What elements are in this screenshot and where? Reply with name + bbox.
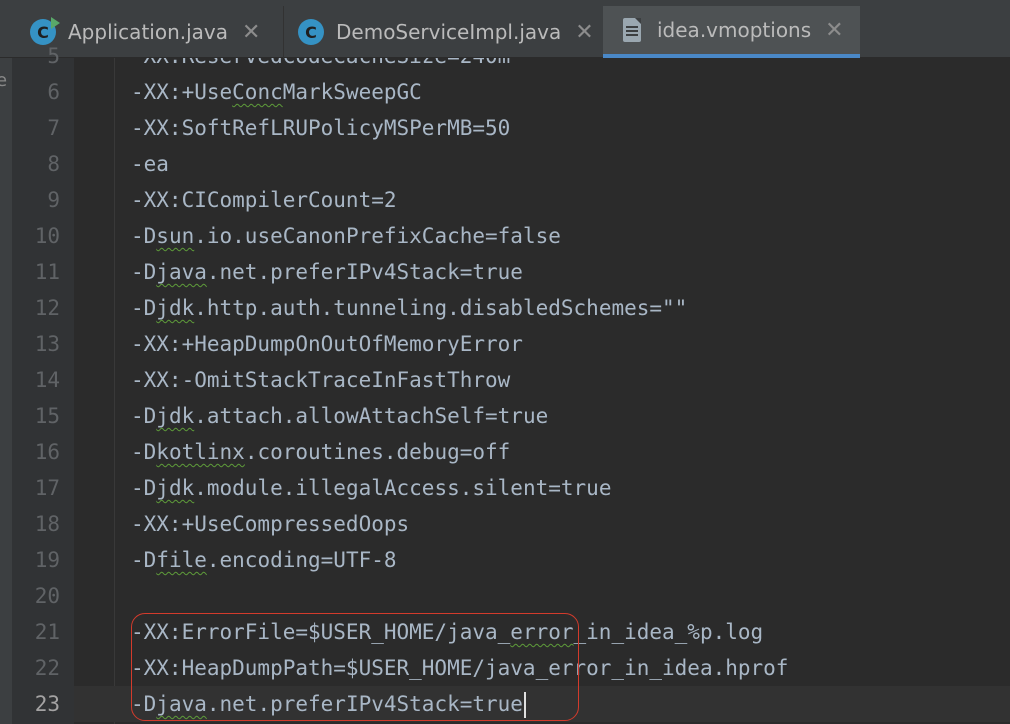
line-number: 19 [34, 548, 60, 572]
code-line[interactable]: -Djdk.module.illegalAccess.silent=true [131, 470, 611, 506]
line-number: 5 [47, 44, 60, 68]
code-token: MarkSweepGC [282, 80, 422, 104]
code-token: -XX:ReservedCodeCacheSize=240m [131, 58, 510, 68]
code-line[interactable]: -XX:SoftRefLRUPolicyMSPerMB=50 [131, 110, 510, 146]
indent-guide [114, 58, 115, 724]
code-token: -XX:SoftRefLRUPolicyMSPerMB=50 [131, 116, 511, 140]
close-icon[interactable]: ✕ [242, 20, 260, 45]
ide-window: C Application.java ✕ C DemoServiceImpl.j… [0, 0, 1010, 724]
project-panel-edge[interactable]: e [0, 58, 12, 724]
line-number: 20 [34, 584, 60, 608]
code-line[interactable]: -Dfile.encoding=UTF-8 [131, 542, 397, 578]
line-number: 13 [34, 332, 60, 356]
code-token: .coroutines.debug=off [244, 440, 511, 464]
line-number-gutter[interactable]: 5 6 7 8 9 10 11 12 13 14 15 16 17 18 19 20 21 22 23 [12, 44, 74, 724]
code-token: -XX:+Use [131, 80, 233, 104]
spelling-warning-token: kotlinx [156, 440, 245, 464]
code-token: -D [131, 296, 157, 320]
code-token: -XX:-OmitStackTraceInFastThrow [131, 368, 511, 392]
spelling-warning-token: file [156, 548, 207, 572]
code-token: -XX:CICompilerCount=2 [131, 188, 397, 212]
code-line[interactable]: -XX:+UseCompressedOops [131, 506, 409, 542]
code-token: .encoding=UTF-8 [206, 548, 397, 572]
panel-edge-letter: e [0, 70, 8, 91]
code-token: -ea [131, 152, 169, 176]
text-file-icon [623, 18, 641, 42]
code-line[interactable]: -Djava.net.preferIPv4Stack=true [131, 686, 526, 722]
code-token: -XX:ErrorFile=$USER_HOME/java_ [131, 620, 511, 644]
code-token: -XX:+UseCompressedOops [131, 512, 410, 536]
code-token: -XX:HeapDumpPath=$USER_HOME/java_error_i… [131, 656, 789, 680]
line-number: 14 [34, 368, 60, 392]
close-icon[interactable]: ✕ [825, 18, 843, 43]
line-number: 10 [34, 224, 60, 248]
code-line[interactable]: -Djdk.attach.allowAttachSelf=true [131, 398, 548, 434]
close-icon[interactable]: ✕ [575, 20, 593, 45]
code-line[interactable]: -XX:ReservedCodeCacheSize=240m [131, 58, 510, 74]
line-number: 15 [34, 404, 60, 428]
line-number: 17 [34, 476, 60, 500]
code-token: _in_idea_%p.log [573, 620, 764, 644]
code-token: .attach.allowAttachSelf=true [194, 404, 549, 428]
code-token: .net.preferIPv4Stack=true [206, 692, 523, 716]
code-line[interactable]: -XX:HeapDumpPath=$USER_HOME/java_error_i… [131, 650, 788, 686]
code-token: -D [131, 476, 157, 500]
code-line[interactable]: -Dkotlinx.coroutines.debug=off [131, 434, 510, 470]
line-number: 18 [34, 512, 60, 536]
java-class-icon: C [298, 19, 324, 45]
code-token: -D [131, 692, 157, 716]
code-token: -XX:+HeapDumpOnOutOfMemoryError [131, 332, 523, 356]
spelling-warning-token: java [156, 260, 207, 284]
code-line[interactable]: -XX:-OmitStackTraceInFastThrow [131, 362, 510, 398]
line-number: 6 [47, 80, 60, 104]
spelling-warning-token: error [510, 620, 574, 644]
code-token: -D [131, 260, 157, 284]
tab-demoserviceimpl-java[interactable]: C DemoServiceImpl.java ✕ [298, 6, 594, 58]
line-number: 16 [34, 440, 60, 464]
tab-label: idea.vmoptions [657, 18, 812, 42]
text-caret [523, 692, 526, 718]
code-token: .net.preferIPv4Stack=true [206, 260, 523, 284]
line-number: 23 [34, 692, 60, 716]
code-line[interactable]: -XX:+UseConcMarkSweepGC [131, 74, 422, 110]
spelling-warning-token: sun [156, 224, 195, 248]
code-token: -D [131, 404, 157, 428]
line-number: 22 [34, 656, 60, 680]
spelling-warning-token: jdk [156, 404, 195, 428]
line-number: 11 [34, 260, 60, 284]
code-line[interactable]: -XX:+HeapDumpOnOutOfMemoryError [131, 326, 523, 362]
line-number: 21 [34, 620, 60, 644]
tab-label: Application.java [68, 20, 229, 44]
tab-label: DemoServiceImpl.java [336, 20, 562, 44]
code-editor[interactable]: -XX:ReservedCodeCacheSize=240m -XX:+UseCo… [74, 58, 1010, 724]
spelling-warning-token: jdk [156, 476, 195, 500]
code-token: .http.auth.tunneling.disabledSchemes="" [194, 296, 688, 320]
code-token: .module.illegalAccess.silent=true [194, 476, 612, 500]
code-line[interactable]: -ea [131, 146, 169, 182]
editor-tab-bar: C Application.java ✕ C DemoServiceImpl.j… [0, 0, 1010, 58]
line-number: 9 [47, 188, 60, 212]
tab-application-java[interactable]: C Application.java ✕ [30, 6, 260, 58]
code-token: .io.useCanonPrefixCache=false [194, 224, 561, 248]
code-token: -D [131, 440, 157, 464]
code-line[interactable]: -XX:CICompilerCount=2 [131, 182, 397, 218]
code-token: -D [131, 548, 157, 572]
tab-idea-vmoptions[interactable]: idea.vmoptions ✕ [603, 6, 860, 58]
code-token: -D [131, 224, 157, 248]
spelling-warning-token: jdk [156, 296, 195, 320]
code-line[interactable]: -XX:ErrorFile=$USER_HOME/java_error_in_i… [131, 614, 763, 650]
line-number: 12 [34, 296, 60, 320]
line-number: 7 [47, 116, 60, 140]
spelling-warning-token: Conc [232, 80, 283, 104]
line-number: 8 [47, 152, 60, 176]
code-line[interactable]: -Djdk.http.auth.tunneling.disabledScheme… [131, 290, 687, 326]
spelling-warning-token: java [156, 692, 207, 716]
code-line[interactable]: -Dsun.io.useCanonPrefixCache=false [131, 218, 561, 254]
code-line[interactable]: -Djava.net.preferIPv4Stack=true [131, 254, 523, 290]
